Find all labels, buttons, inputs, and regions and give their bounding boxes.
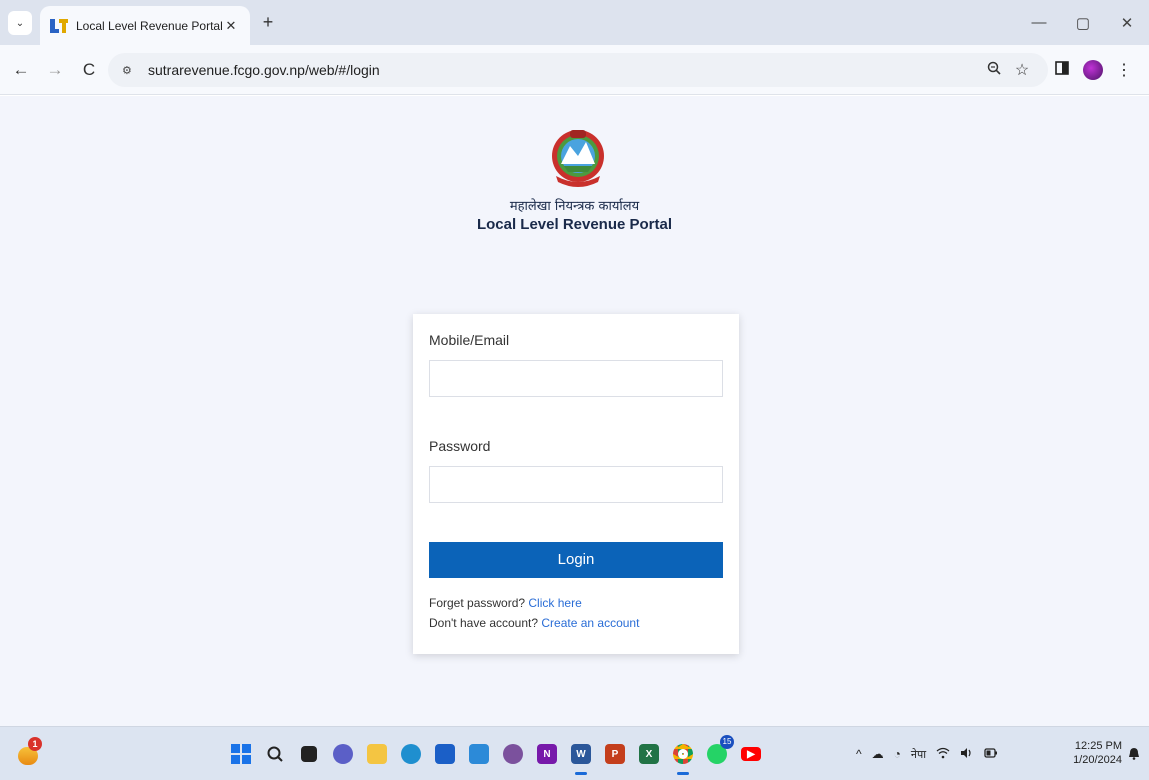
windows-logo-icon <box>231 744 251 764</box>
youtube-app[interactable]: ▶ <box>734 737 768 771</box>
bookmark-star-icon[interactable]: ☆ <box>1008 60 1036 80</box>
password-label: Password <box>429 438 491 454</box>
portal-title: Local Level Revenue Portal <box>476 216 673 233</box>
viber-app[interactable] <box>496 737 530 771</box>
login-page: महालेखा नियन्त्रक कार्यालय Local Level R… <box>0 96 1149 726</box>
chat-app[interactable] <box>326 737 360 771</box>
profile-avatar[interactable] <box>1083 60 1103 80</box>
store-app[interactable] <box>428 737 462 771</box>
system-tray: ^ ☁ ◔ नेपा <box>856 739 1008 769</box>
create-account-line: Don't have account? Create an account <box>429 616 639 630</box>
minimize-button[interactable]: — <box>1017 14 1061 31</box>
browser-tab-strip: ⌄ Local Level Revenue Portal ✕ + — ▢ ✕ <box>0 0 1149 45</box>
file-explorer-app[interactable] <box>360 737 394 771</box>
store-icon <box>435 744 455 764</box>
whatsapp-app[interactable]: 15 <box>700 735 734 771</box>
viber-icon <box>503 744 523 764</box>
edge-icon <box>401 744 421 764</box>
clock-time: 12:25 PM <box>1074 740 1122 752</box>
tab-search-chevron-icon[interactable]: ⌄ <box>8 11 32 35</box>
login-card: Mobile/Email Password Login Forget passw… <box>413 314 739 654</box>
forget-password-text: Forget password? <box>429 596 526 610</box>
portal-favicon-icon <box>50 18 68 34</box>
url-text[interactable]: sutrarevenue.fcgo.gov.np/web/#/login <box>148 62 980 78</box>
onenote-app[interactable]: N <box>530 737 564 771</box>
battery-icon[interactable] <box>984 747 998 761</box>
word-app[interactable]: W <box>564 737 598 775</box>
input-language[interactable]: नेपा <box>911 747 926 762</box>
weather-badge: 1 <box>28 737 42 751</box>
taskbar-apps: N W P X 15 ▶ <box>224 735 768 775</box>
zoom-icon[interactable] <box>980 61 1008 80</box>
reload-button[interactable]: C <box>76 60 102 80</box>
cloud-sync-icon[interactable]: ☁ <box>872 747 884 761</box>
no-account-text: Don't have account? <box>429 616 539 630</box>
forward-button[interactable]: → <box>42 60 68 80</box>
folder-icon <box>367 744 387 764</box>
onenote-icon: N <box>537 744 557 764</box>
powerpoint-icon: P <box>605 744 625 764</box>
word-icon: W <box>571 744 591 764</box>
close-window-button[interactable]: ✕ <box>1105 14 1149 32</box>
password-input[interactable] <box>429 466 723 503</box>
mobile-email-input[interactable] <box>429 360 723 397</box>
login-button[interactable]: Login <box>429 542 723 578</box>
powerpoint-app[interactable]: P <box>598 737 632 771</box>
organization-name: महालेखा नियन्त्रक कार्यालय <box>509 199 640 214</box>
notification-bell-icon[interactable] <box>1128 747 1140 763</box>
search-icon <box>267 746 283 762</box>
whatsapp-badge: 15 <box>720 735 734 749</box>
task-view-button[interactable] <box>292 737 326 771</box>
windows-taskbar: 1 N W P X 15 ▶ ^ ☁ ◔ नेपा 12:25 PM 1/20/… <box>0 726 1149 780</box>
tab-title: Local Level Revenue Portal <box>76 18 222 33</box>
tray-overflow-chevron-icon[interactable]: ^ <box>856 747 862 761</box>
security-app[interactable] <box>462 737 496 771</box>
mobile-email-label: Mobile/Email <box>429 332 510 348</box>
browser-tab[interactable]: Local Level Revenue Portal ✕ <box>40 6 250 45</box>
start-button[interactable] <box>224 737 258 771</box>
tab-close-icon[interactable]: ✕ <box>222 18 240 34</box>
click-here-link[interactable]: Click here <box>528 596 581 610</box>
create-account-link[interactable]: Create an account <box>541 616 639 630</box>
restore-button[interactable]: ▢ <box>1061 14 1105 32</box>
system-clock[interactable]: 12:25 PM 1/20/2024 <box>1066 739 1122 767</box>
clock-date: 1/20/2024 <box>1073 754 1122 766</box>
youtube-icon: ▶ <box>741 747 761 761</box>
government-emblem-logo <box>552 130 604 187</box>
window-controls: — ▢ ✕ <box>1017 0 1149 45</box>
browser-toolbar: ← → C ⚙ sutrarevenue.fcgo.gov.np/web/#/l… <box>0 45 1149 95</box>
weather-widget[interactable]: 1 <box>14 737 44 767</box>
new-tab-button[interactable]: + <box>258 12 278 32</box>
shield-icon <box>469 744 489 764</box>
chrome-app[interactable] <box>666 737 700 775</box>
forget-password-line: Forget password? Click here <box>429 596 582 610</box>
edge-app[interactable] <box>394 737 428 771</box>
address-bar[interactable]: ⚙ sutrarevenue.fcgo.gov.np/web/#/login ☆ <box>108 53 1048 87</box>
excel-icon: X <box>639 744 659 764</box>
network-status-icon[interactable]: ◔ <box>894 747 901 761</box>
search-button[interactable] <box>258 737 292 771</box>
menu-kebab-icon[interactable]: ⋮ <box>1109 60 1139 80</box>
task-view-icon <box>301 746 317 762</box>
chrome-icon <box>673 744 693 764</box>
excel-app[interactable]: X <box>632 737 666 771</box>
wifi-icon[interactable] <box>936 747 950 762</box>
chat-icon <box>333 744 353 764</box>
volume-icon[interactable] <box>960 747 974 762</box>
side-panel-icon[interactable] <box>1047 60 1077 80</box>
back-button[interactable]: ← <box>8 60 34 80</box>
site-info-icon[interactable]: ⚙ <box>122 64 140 77</box>
